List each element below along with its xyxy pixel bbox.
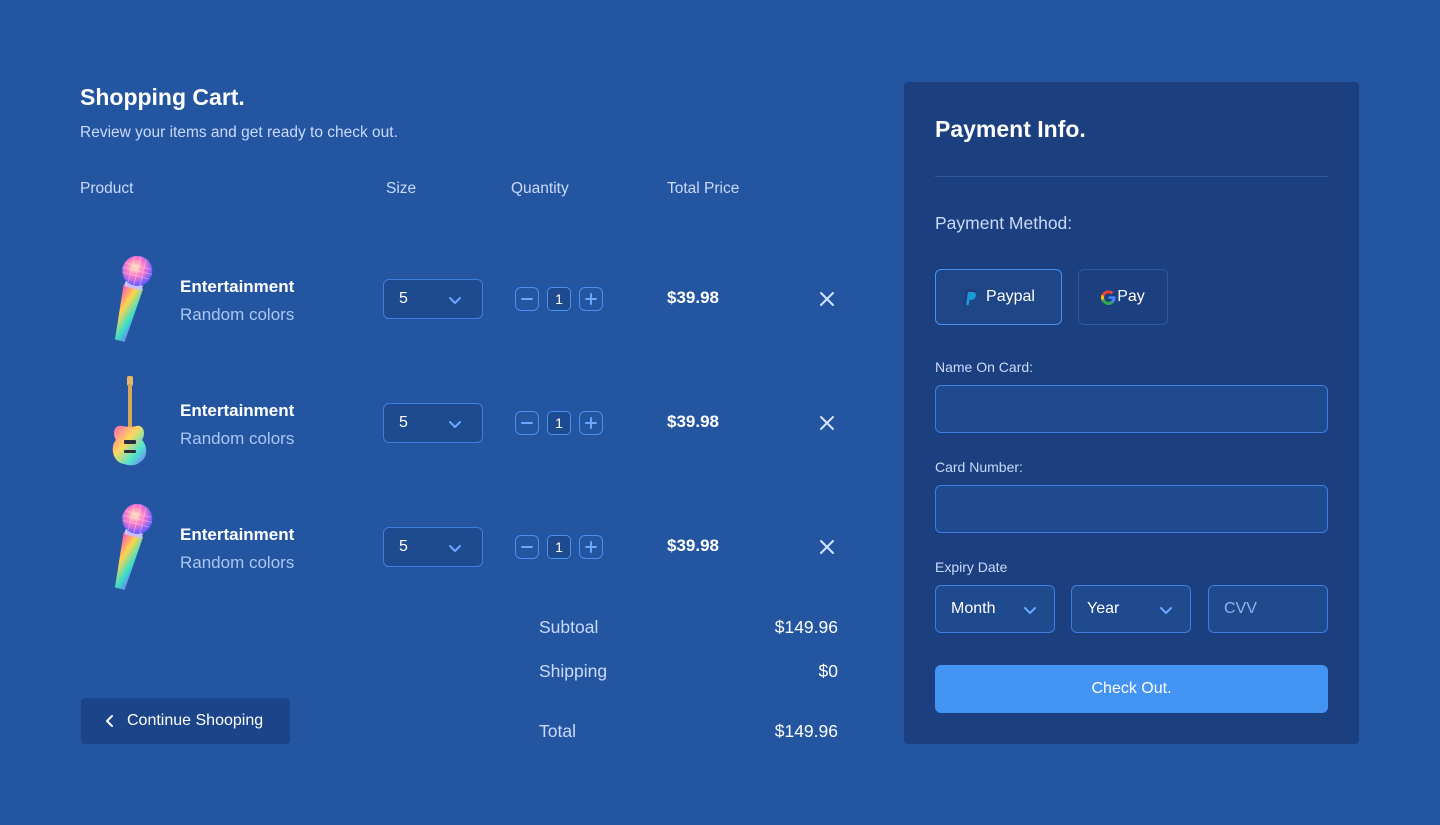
chevron-down-icon [449,297,461,304]
item-name: Entertainment [180,525,295,544]
item-total-price: $39.98 [667,536,719,555]
quantity-stepper: 1 [515,287,603,311]
plus-icon [585,541,597,553]
chevron-down-icon [449,421,461,428]
paypal-option-button[interactable]: Paypal [935,269,1062,325]
remove-item-icon[interactable] [818,414,836,432]
continue-shopping-label: Continue Shooping [127,712,264,729]
cart-item-row: Entertainment Random colors 5 1 $39.98 [80,498,860,598]
expiry-month-value: Month [951,600,996,617]
subtotal-label: Subtoal [539,617,599,637]
chevron-down-icon [1024,607,1036,614]
continue-shopping-button[interactable]: Continue Shooping [81,698,290,744]
expiry-month-select[interactable]: Month [935,585,1055,633]
quantity-stepper: 1 [515,535,603,559]
minus-icon [521,298,533,300]
item-variant: Random colors [180,305,295,324]
microphone-image [114,503,153,590]
payment-method-label: Payment Method: [935,213,1073,233]
size-select[interactable]: 5 [383,279,483,319]
divider [935,176,1328,177]
plus-icon [585,293,597,305]
shopping-cart-section: Shopping Cart. Review your items and get… [80,0,860,825]
size-value: 5 [399,290,408,307]
quantity-value[interactable]: 1 [547,535,571,559]
microphone-image [114,255,153,342]
payment-title: Payment Info. [935,116,1086,142]
item-name: Entertainment [180,401,295,420]
name-on-card-input[interactable] [935,385,1328,433]
decrease-quantity-button[interactable] [515,287,539,311]
decrease-quantity-button[interactable] [515,411,539,435]
plus-icon [585,417,597,429]
paypal-icon [963,289,977,305]
card-number-label: Card Number: [935,459,1023,475]
expiry-year-value: Year [1087,600,1120,617]
subtotal-value: $149.96 [774,617,838,637]
size-value: 5 [399,414,408,431]
shipping-label: Shipping [539,661,608,681]
item-total-price: $39.98 [667,288,719,307]
cvv-input[interactable] [1208,585,1328,633]
item-total-price: $39.98 [667,412,719,431]
quantity-value[interactable]: 1 [547,411,571,435]
paypal-label: Paypal [986,288,1035,305]
total-value: $149.96 [774,721,838,741]
shipping-value: $0 [818,661,838,681]
google-icon [1101,289,1116,305]
increase-quantity-button[interactable] [579,411,603,435]
column-header-size: Size [386,180,417,197]
check-out-button[interactable]: Check Out. [935,665,1328,713]
increase-quantity-button[interactable] [579,535,603,559]
column-header-total-price: Total Price [667,180,740,197]
item-variant: Random colors [180,553,295,572]
minus-icon [521,546,533,548]
cart-subtitle: Review your items and get ready to check… [80,124,398,141]
column-header-product: Product [80,180,134,197]
chevron-down-icon [449,545,461,552]
item-name: Entertainment [180,277,295,296]
size-select[interactable]: 5 [383,527,483,567]
decrease-quantity-button[interactable] [515,535,539,559]
expiry-date-label: Expiry Date [935,559,1008,575]
expiry-year-select[interactable]: Year [1071,585,1191,633]
cart-title: Shopping Cart. [80,84,245,110]
remove-item-icon[interactable] [818,290,836,308]
remove-item-icon[interactable] [818,538,836,556]
chevron-down-icon [1160,607,1172,614]
cart-item-row: Entertainment Random colors 5 1 $39.98 [80,374,860,474]
quantity-stepper: 1 [515,411,603,435]
item-variant: Random colors [180,429,295,448]
minus-icon [521,422,533,424]
chevron-left-icon [106,715,113,727]
quantity-value[interactable]: 1 [547,287,571,311]
increase-quantity-button[interactable] [579,287,603,311]
name-on-card-label: Name On Card: [935,359,1034,375]
guitar-image [112,376,147,466]
column-header-quantity: Quantity [511,180,569,197]
cart-item-row: Entertainment Random colors 5 1 $39.98 [80,250,860,350]
card-number-input[interactable] [935,485,1328,533]
size-select[interactable]: 5 [383,403,483,443]
size-value: 5 [399,538,408,555]
google-pay-label: Pay [1117,288,1145,305]
total-label: Total [539,721,576,741]
payment-info-panel: Payment Info. Payment Method: Paypal Pay… [904,82,1359,744]
google-pay-option-button[interactable]: Pay [1078,269,1168,325]
